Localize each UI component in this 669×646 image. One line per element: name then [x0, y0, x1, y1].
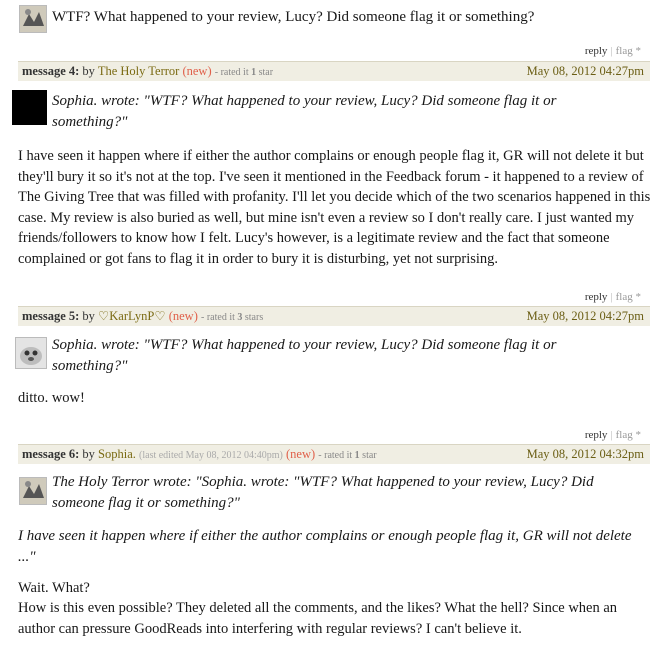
message-actions: reply | flag * — [584, 291, 641, 303]
message-number: message 4: — [22, 64, 80, 78]
message-actions: reply | flag * — [584, 45, 641, 57]
new-badge: (new) — [168, 309, 198, 323]
message-header: message 4: by The Holy Terror (new) - ra… — [18, 61, 650, 81]
quoted-text-continued: I have seen it happen where if either th… — [18, 528, 632, 565]
message-body: How is this even possible? They deleted … — [18, 600, 618, 637]
message-actions: reply | flag * — [584, 429, 641, 441]
new-badge: (new) — [286, 447, 316, 461]
username-link[interactable]: ♡KarLynP♡ — [98, 309, 166, 323]
last-edited-note: (last edited May 08, 2012 04:40pm) — [139, 450, 283, 461]
quoted-text: Sophia. wrote: "WTF? What happened to yo… — [52, 93, 557, 130]
message-body: ditto. wow! — [18, 390, 85, 406]
username-link[interactable]: Sophia. — [98, 447, 136, 461]
message-body-line: Wait. What? — [18, 580, 90, 596]
message-date[interactable]: May 08, 2012 04:27pm — [527, 62, 644, 81]
message-text: WTF? What happened to your review, Lucy?… — [52, 9, 535, 25]
username-link[interactable]: The Holy Terror — [98, 64, 180, 78]
reply-link[interactable]: reply — [585, 429, 608, 441]
rating-text: - rated it 1 star — [214, 67, 274, 78]
flag-link[interactable]: flag * — [616, 291, 641, 303]
reply-link[interactable]: reply — [585, 291, 608, 303]
message-number: message 6: — [22, 447, 80, 461]
flag-link[interactable]: flag * — [616, 45, 641, 57]
reply-link[interactable]: reply — [585, 45, 608, 57]
avatar-sophia-icon[interactable] — [19, 5, 47, 33]
message-number: message 5: — [22, 309, 80, 323]
avatar-holy-terror-icon[interactable] — [12, 90, 47, 125]
message-date[interactable]: May 08, 2012 04:27pm — [527, 307, 644, 326]
rating-text: - rated it 1 star — [318, 450, 377, 461]
quoted-text: The Holy Terror wrote: "Sophia. wrote: "… — [52, 474, 594, 511]
new-badge: (new) — [182, 64, 212, 78]
avatar-sophia-icon[interactable] — [19, 477, 47, 505]
avatar-karlynp-icon[interactable] — [15, 337, 47, 369]
message-date[interactable]: May 08, 2012 04:32pm — [527, 445, 644, 464]
message-header: message 6: by Sophia. (last edited May 0… — [18, 444, 650, 464]
message-header: message 5: by ♡KarLynP♡ (new) - rated it… — [18, 306, 650, 326]
quoted-text: Sophia. wrote: "WTF? What happened to yo… — [52, 337, 557, 374]
rating-text: - rated it 3 stars — [201, 312, 264, 323]
message-body: I have seen it happen where if either th… — [18, 148, 651, 267]
flag-link[interactable]: flag * — [616, 429, 641, 441]
